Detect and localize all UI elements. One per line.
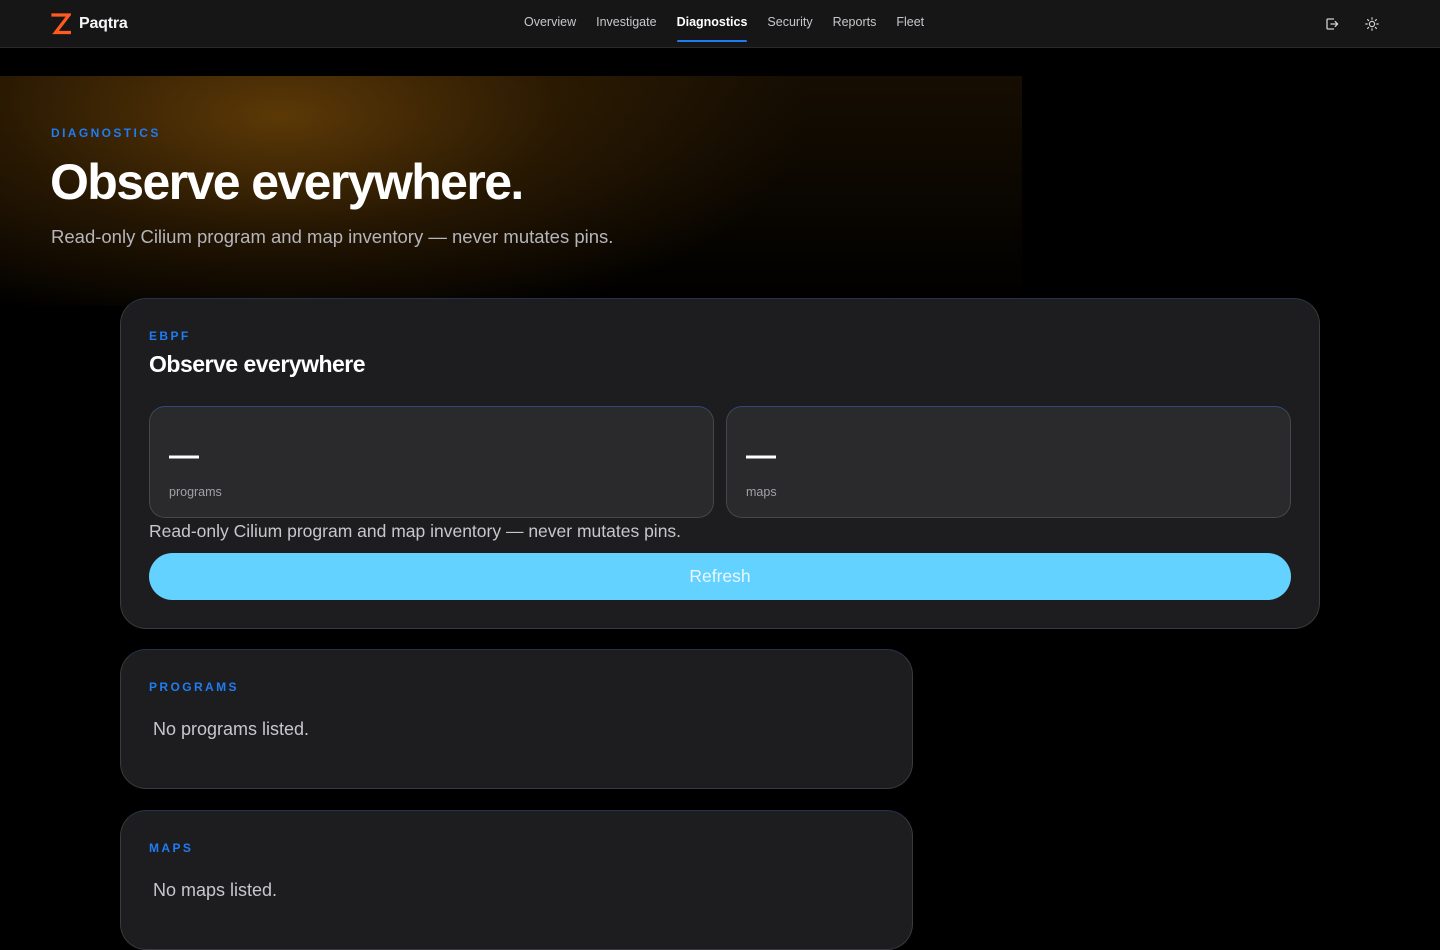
nav-tab-overview[interactable]: Overview	[524, 0, 576, 48]
maps-stat-tile: — maps	[726, 406, 1291, 518]
maps-card: MAPS No maps listed.	[120, 810, 913, 950]
maps-stat-label: maps	[746, 485, 777, 499]
nav-tab-security[interactable]: Security	[767, 0, 812, 48]
page-subtitle: Read-only Cilium program and map invento…	[51, 226, 614, 247]
programs-empty-state: No programs listed.	[153, 719, 310, 739]
z-logo-icon	[51, 13, 71, 35]
nav-tab-investigate[interactable]: Investigate	[596, 0, 656, 48]
theme-toggle-button[interactable]	[1362, 14, 1382, 34]
maps-eyebrow: MAPS	[149, 841, 194, 855]
refresh-button[interactable]: Refresh	[149, 553, 1291, 600]
ebpf-card-note: Read-only Cilium program and map invento…	[149, 521, 682, 541]
nav-tab-diagnostics[interactable]: Diagnostics	[676, 0, 747, 48]
programs-stat-value: —	[169, 439, 199, 472]
ebpf-summary-card: EBPF Observe everywhere — programs — map…	[120, 298, 1320, 629]
page-title: Observe everywhere.	[50, 154, 524, 210]
sign-out-icon	[1326, 18, 1339, 30]
brand-name: Paqtra	[79, 15, 128, 32]
sign-out-button[interactable]	[1322, 14, 1342, 34]
nav-tab-fleet[interactable]: Fleet	[896, 0, 924, 48]
top-navigation-bar: Paqtra Overview Investigate Diagnostics …	[0, 0, 1440, 48]
programs-stat-tile: — programs	[149, 406, 714, 518]
programs-card: PROGRAMS No programs listed.	[120, 649, 913, 789]
maps-empty-state: No maps listed.	[153, 880, 278, 900]
sun-icon	[1365, 17, 1379, 31]
nav-tab-reports[interactable]: Reports	[833, 0, 877, 48]
main-nav: Overview Investigate Diagnostics Securit…	[524, 0, 924, 48]
brand-logo-link[interactable]: Paqtra	[51, 12, 128, 36]
ebpf-eyebrow: EBPF	[149, 329, 191, 343]
programs-eyebrow: PROGRAMS	[149, 680, 239, 694]
ebpf-card-title: Observe everywhere	[149, 351, 366, 377]
maps-stat-value: —	[746, 439, 776, 472]
programs-stat-label: programs	[169, 485, 222, 499]
hero-eyebrow: DIAGNOSTICS	[51, 126, 161, 140]
